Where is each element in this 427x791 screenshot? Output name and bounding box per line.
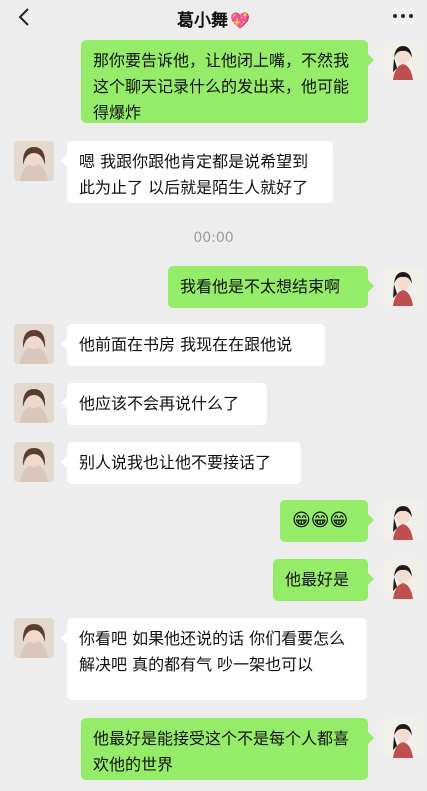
message-text: 别人说我也让他不要接话了 <box>79 453 272 472</box>
message-bubble-received[interactable]: 你看吧 如果他还说的话 你们看要怎么解决吧 真的都有气 吵一架也可以 <box>61 618 367 700</box>
chat-title-text: 葛小舞 <box>177 11 229 31</box>
message-bubble-received[interactable]: 他应该不会再说什么了 <box>61 383 267 425</box>
message-timestamp: 00:00 <box>193 230 234 246</box>
message-text: 我看他是不太想结束啊 <box>180 277 341 296</box>
heart-emoji: 💖 <box>230 11 250 30</box>
message-bubble-received[interactable]: 嗯 我跟你跟他肯定都是说希望到此为止了 以后就是陌生人就好了 <box>61 141 333 203</box>
message-bubble-sent[interactable]: 那你要告诉他，让他闭上嘴，不然我这个聊天记录什么的发出来，他可能得爆炸 <box>81 40 374 123</box>
contact-avatar[interactable] <box>14 141 54 181</box>
message-text: 他最好是能接受这个不是每个人都喜欢他的世界 <box>93 729 350 774</box>
my-avatar[interactable] <box>383 500 423 540</box>
message-bubble-sent[interactable]: 他最好是 <box>273 559 374 601</box>
message-text: 嗯 我跟你跟他肯定都是说希望到此为止了 以后就是陌生人就好了 <box>79 152 309 197</box>
message-text: 你看吧 如果他还说的话 你们看要怎么解决吧 真的都有气 吵一架也可以 <box>79 629 346 674</box>
my-avatar[interactable] <box>383 718 423 758</box>
contact-avatar[interactable] <box>14 618 54 658</box>
more-dots-icon[interactable] <box>393 14 413 20</box>
chat-title: 葛小舞 💖 <box>0 6 427 31</box>
chat-header: 葛小舞 💖 <box>0 0 427 38</box>
message-bubble-sent[interactable]: 他最好是能接受这个不是每个人都喜欢他的世界 <box>81 718 374 780</box>
message-text: 他前面在书房 我现在在跟他说 <box>79 335 293 354</box>
message-bubble-sent[interactable]: 我看他是不太想结束啊 <box>168 266 374 308</box>
message-bubble-received[interactable]: 他前面在书房 我现在在跟他说 <box>61 324 325 366</box>
my-avatar[interactable] <box>383 559 423 599</box>
message-bubble-sent[interactable]: 😁😁😁 <box>280 500 374 542</box>
contact-avatar[interactable] <box>14 383 54 423</box>
my-avatar[interactable] <box>383 40 423 80</box>
contact-avatar[interactable] <box>14 324 54 364</box>
message-text: 他最好是 <box>285 570 350 589</box>
message-text: 他应该不会再说什么了 <box>79 394 240 413</box>
message-bubble-received[interactable]: 别人说我也让他不要接话了 <box>61 442 301 484</box>
contact-avatar[interactable] <box>14 442 54 482</box>
message-text: 那你要告诉他，让他闭上嘴，不然我这个聊天记录什么的发出来，他可能得爆炸 <box>93 51 350 122</box>
message-text: 😁😁😁 <box>292 510 349 531</box>
my-avatar[interactable] <box>383 266 423 306</box>
